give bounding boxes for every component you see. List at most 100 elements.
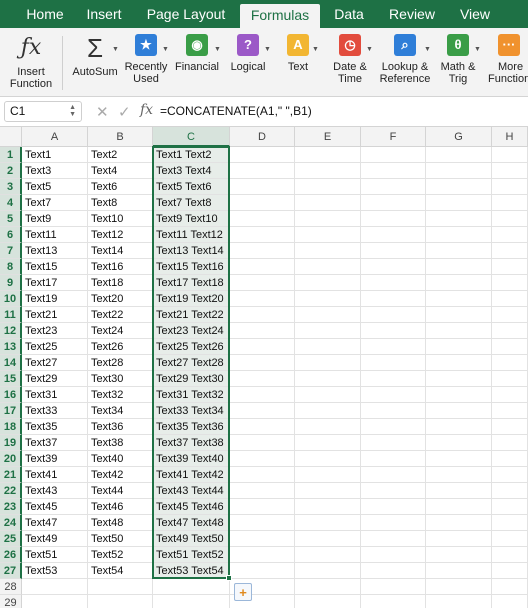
table-cell[interactable]: Text36 — [88, 419, 153, 435]
table-cell[interactable] — [426, 435, 492, 451]
autofill-options-icon[interactable]: + — [234, 583, 252, 601]
table-cell[interactable]: Text27 — [22, 355, 88, 371]
column-header-e[interactable]: E — [295, 127, 361, 147]
table-cell[interactable] — [295, 419, 361, 435]
table-cell[interactable] — [230, 531, 295, 547]
row-header[interactable]: 4 — [0, 195, 22, 211]
row-header[interactable]: 9 — [0, 275, 22, 291]
table-cell[interactable] — [295, 435, 361, 451]
table-cell[interactable] — [492, 355, 528, 371]
table-cell[interactable] — [426, 563, 492, 579]
table-cell[interactable]: Text39 — [22, 451, 88, 467]
table-cell[interactable] — [230, 547, 295, 563]
table-cell[interactable] — [426, 531, 492, 547]
table-cell[interactable] — [230, 227, 295, 243]
row-header[interactable]: 7 — [0, 243, 22, 259]
table-cell[interactable] — [492, 211, 528, 227]
row-header[interactable]: 12 — [0, 323, 22, 339]
table-cell[interactable] — [153, 595, 230, 608]
column-header-d[interactable]: D — [230, 127, 295, 147]
table-cell[interactable]: Text29 Text30 — [153, 371, 230, 387]
table-cell[interactable] — [361, 403, 426, 419]
table-cell[interactable]: Text3 Text4 — [153, 163, 230, 179]
table-cell[interactable] — [230, 419, 295, 435]
table-cell[interactable] — [426, 355, 492, 371]
table-cell[interactable]: Text35 — [22, 419, 88, 435]
table-cell[interactable]: Text8 — [88, 195, 153, 211]
table-cell[interactable]: Text37 Text38 — [153, 435, 230, 451]
table-cell[interactable] — [492, 387, 528, 403]
cancel-icon[interactable]: ✕ — [96, 103, 109, 121]
row-header[interactable]: 14 — [0, 355, 22, 371]
table-cell[interactable]: Text7 Text8 — [153, 195, 230, 211]
formula-input[interactable]: =CONCATENATE(A1," ",B1) — [160, 104, 312, 118]
table-cell[interactable]: Text11 Text12 — [153, 227, 230, 243]
table-cell[interactable] — [361, 563, 426, 579]
table-cell[interactable] — [492, 531, 528, 547]
table-cell[interactable] — [426, 483, 492, 499]
table-cell[interactable] — [492, 163, 528, 179]
table-cell[interactable]: Text11 — [22, 227, 88, 243]
table-cell[interactable] — [492, 307, 528, 323]
row-header[interactable]: 28 — [0, 579, 22, 595]
row-header[interactable]: 10 — [0, 291, 22, 307]
table-cell[interactable] — [295, 515, 361, 531]
table-cell[interactable] — [361, 179, 426, 195]
table-cell[interactable] — [361, 371, 426, 387]
table-cell[interactable]: Text9 Text10 — [153, 211, 230, 227]
table-cell[interactable] — [295, 243, 361, 259]
table-cell[interactable] — [426, 515, 492, 531]
more-functions-button[interactable]: ··· More Functions — [488, 34, 528, 85]
table-cell[interactable] — [295, 531, 361, 547]
table-cell[interactable]: Text29 — [22, 371, 88, 387]
table-cell[interactable] — [361, 355, 426, 371]
table-cell[interactable] — [230, 483, 295, 499]
table-cell[interactable] — [426, 163, 492, 179]
table-cell[interactable] — [361, 259, 426, 275]
table-cell[interactable] — [492, 179, 528, 195]
table-cell[interactable] — [361, 163, 426, 179]
table-cell[interactable] — [230, 291, 295, 307]
table-cell[interactable] — [295, 595, 361, 608]
table-cell[interactable] — [426, 387, 492, 403]
table-cell[interactable] — [88, 595, 153, 608]
row-header[interactable]: 6 — [0, 227, 22, 243]
table-cell[interactable] — [492, 259, 528, 275]
table-cell[interactable] — [492, 195, 528, 211]
table-cell[interactable]: Text7 — [22, 195, 88, 211]
table-cell[interactable] — [295, 547, 361, 563]
table-cell[interactable]: Text18 — [88, 275, 153, 291]
table-cell[interactable]: Text27 Text28 — [153, 355, 230, 371]
table-cell[interactable]: Text43 Text44 — [153, 483, 230, 499]
row-header[interactable]: 17 — [0, 403, 22, 419]
row-header[interactable]: 27 — [0, 563, 22, 579]
table-cell[interactable] — [295, 355, 361, 371]
table-cell[interactable] — [492, 419, 528, 435]
table-cell[interactable] — [426, 307, 492, 323]
table-cell[interactable] — [426, 147, 492, 163]
table-cell[interactable] — [295, 211, 361, 227]
table-cell[interactable] — [361, 515, 426, 531]
table-cell[interactable]: Text6 — [88, 179, 153, 195]
table-cell[interactable] — [492, 291, 528, 307]
table-cell[interactable] — [295, 499, 361, 515]
table-cell[interactable] — [361, 419, 426, 435]
table-cell[interactable] — [230, 451, 295, 467]
table-cell[interactable]: Text23 Text24 — [153, 323, 230, 339]
table-cell[interactable]: Text47 Text48 — [153, 515, 230, 531]
table-cell[interactable] — [230, 467, 295, 483]
table-cell[interactable] — [295, 403, 361, 419]
row-header[interactable]: 3 — [0, 179, 22, 195]
table-cell[interactable]: Text43 — [22, 483, 88, 499]
table-cell[interactable]: Text31 — [22, 387, 88, 403]
table-cell[interactable] — [361, 323, 426, 339]
fill-handle[interactable] — [226, 575, 232, 581]
table-cell[interactable] — [426, 275, 492, 291]
table-cell[interactable] — [361, 307, 426, 323]
table-cell[interactable]: Text35 Text36 — [153, 419, 230, 435]
row-header[interactable]: 22 — [0, 483, 22, 499]
table-cell[interactable] — [492, 563, 528, 579]
table-cell[interactable] — [230, 403, 295, 419]
table-cell[interactable]: Text23 — [22, 323, 88, 339]
table-cell[interactable] — [492, 227, 528, 243]
